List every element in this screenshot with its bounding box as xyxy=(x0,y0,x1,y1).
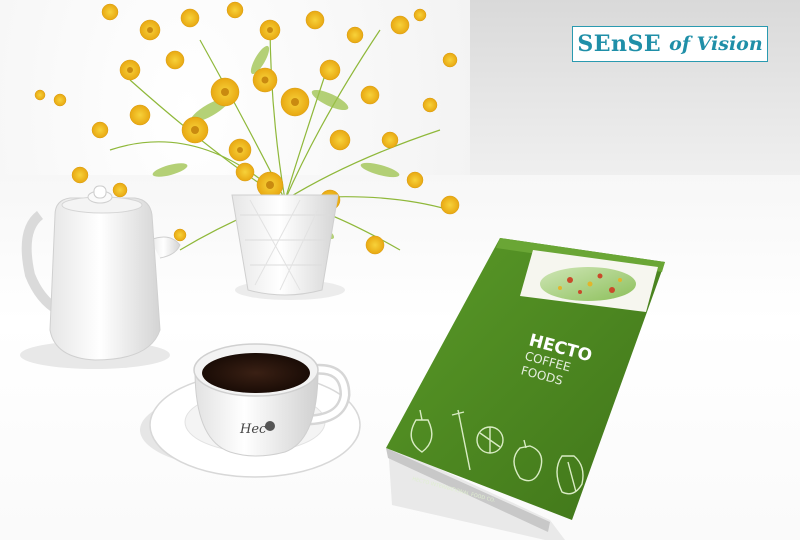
still-life-illustration: Hec HECTO COFFEE FOODS HECTO INTERNATION… xyxy=(20,1,665,540)
hecto-brochure: HECTO COFFEE FOODS HECTO INTERNATIONAL F… xyxy=(386,238,665,540)
cup-logo: Hec xyxy=(239,422,267,437)
flower-vase xyxy=(231,194,339,296)
logo-of-vision-text: of Vision xyxy=(669,33,763,55)
white-teapot xyxy=(21,185,181,361)
product-photo: Hec HECTO COFFEE FOODS HECTO INTERNATION… xyxy=(0,0,800,540)
coffee-cup: Hec xyxy=(149,343,361,478)
logo-sense-text: SEnSE xyxy=(577,31,662,57)
sense-of-vision-logo: SEnSE of Vision xyxy=(572,26,768,62)
